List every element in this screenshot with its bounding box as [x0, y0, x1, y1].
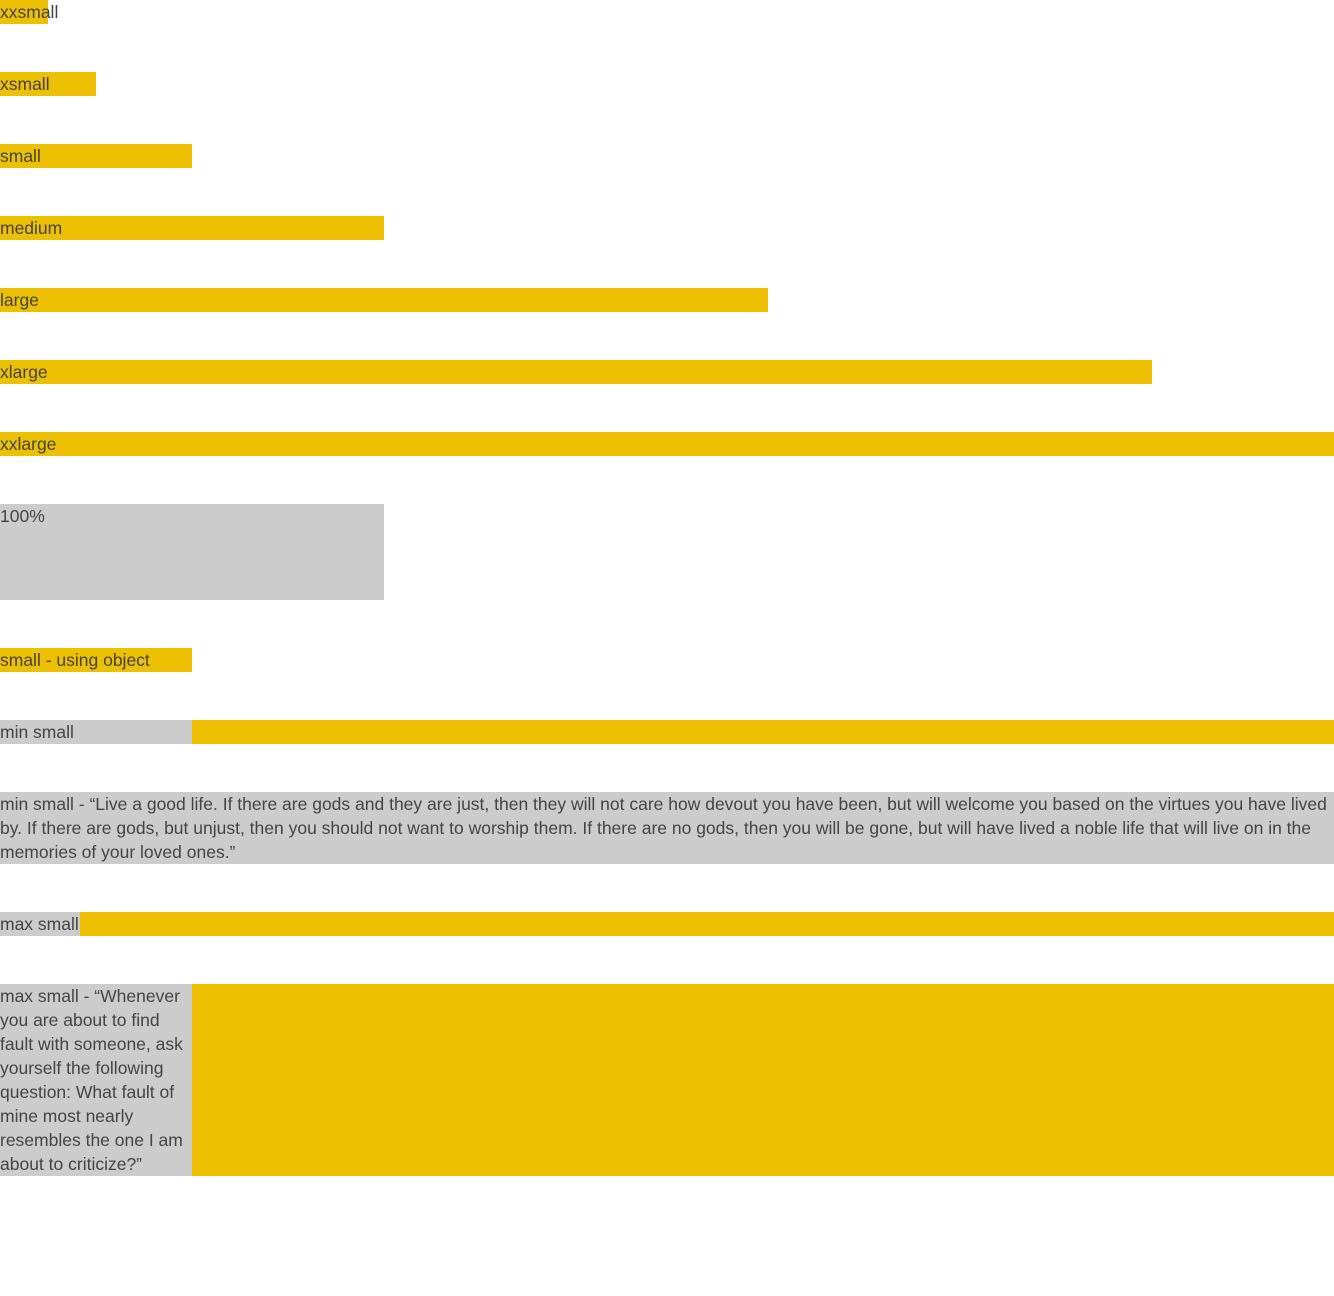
- box-max-small: max small: [0, 912, 80, 936]
- fill-box: [192, 720, 1334, 744]
- fill-box: [192, 984, 1334, 1176]
- box-max-small-quote: max small - “Whenever you are about to f…: [0, 984, 192, 1176]
- box-min-small: min small: [0, 720, 192, 744]
- max-small-row: max small: [0, 912, 1334, 936]
- box-xsmall: xsmall: [0, 72, 96, 96]
- box-medium: medium: [0, 216, 384, 240]
- box-xxsmall: xxsmall: [0, 0, 59, 24]
- box-small: small: [0, 144, 192, 168]
- box-xxlarge: xxlarge: [0, 432, 1334, 456]
- box-min-small-quote: min small - “Live a good life. If there …: [0, 792, 1334, 864]
- max-small-quote-row: max small - “Whenever you are about to f…: [0, 984, 1334, 1176]
- box-large: large: [0, 288, 768, 312]
- fill-box: [79, 912, 1334, 936]
- min-small-row: min small: [0, 720, 1334, 744]
- box-small-object: small - using object: [0, 648, 192, 672]
- box-percent: 100%: [0, 504, 384, 600]
- box-xlarge: xlarge: [0, 360, 1152, 384]
